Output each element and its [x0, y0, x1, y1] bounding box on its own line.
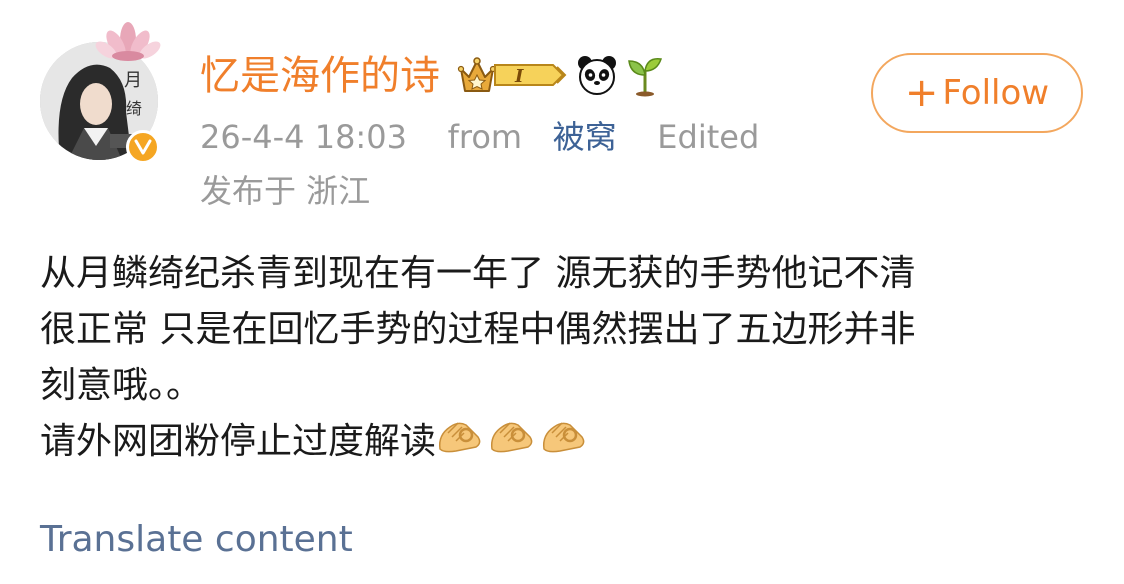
lotus-decoration-icon	[95, 22, 161, 61]
member-level-text: I	[514, 66, 524, 87]
post-source-link[interactable]: 被窝	[553, 118, 617, 156]
verified-badge-icon	[126, 130, 160, 164]
ok-hand-emoji-group	[436, 415, 588, 472]
post-content-line: 从月鳞绮纪杀青到现在有一年了 源无获的手势他记不清	[40, 253, 916, 294]
user-badges: I	[457, 50, 665, 100]
post-content-last-line: 请外网团粉停止过度解读	[40, 414, 1100, 472]
svg-text:绮: 绮	[126, 99, 142, 118]
follow-button-label: Follow	[942, 73, 1050, 113]
avatar-container[interactable]: 月 绮	[40, 22, 161, 164]
post-from-label: from	[447, 118, 523, 156]
ok-hand-emoji-icon	[542, 421, 585, 452]
post-meta: 26-4-4 18:03 from 被窝 Edited	[200, 116, 759, 158]
sprout-badge-icon[interactable]	[625, 53, 665, 97]
post-content-line: 刻意哦。。	[40, 365, 203, 406]
username[interactable]: 忆是海作的诗	[200, 52, 440, 100]
panda-badge-icon[interactable]	[575, 53, 619, 97]
post-content: 从月鳞绮纪杀青到现在有一年了 源无获的手势他记不清 很正常 只是在回忆手势的过程…	[40, 246, 1100, 472]
weibo-post: 月 绮 忆是海作的诗 I 26-4-4 18:03 from 被窝 Edited…	[0, 0, 1124, 584]
follow-button[interactable]: + Follow	[871, 53, 1083, 133]
post-location: 发布于 浙江	[200, 172, 371, 210]
translate-content-link[interactable]: Translate content	[40, 516, 353, 564]
post-content-line: 很正常 只是在回忆手势的过程中偶然摆出了五边形并非	[40, 309, 916, 350]
ok-hand-emoji-icon	[490, 421, 533, 452]
post-content-line: 请外网团粉停止过度解读	[40, 421, 437, 462]
ok-hand-emoji-icon	[438, 421, 481, 452]
post-edited-label[interactable]: Edited	[657, 118, 759, 156]
plus-icon: +	[904, 70, 939, 116]
svg-text:月: 月	[124, 70, 142, 91]
post-date: 26-4-4 18:03	[200, 118, 407, 156]
member-crown-badge-icon[interactable]: I	[457, 55, 569, 95]
